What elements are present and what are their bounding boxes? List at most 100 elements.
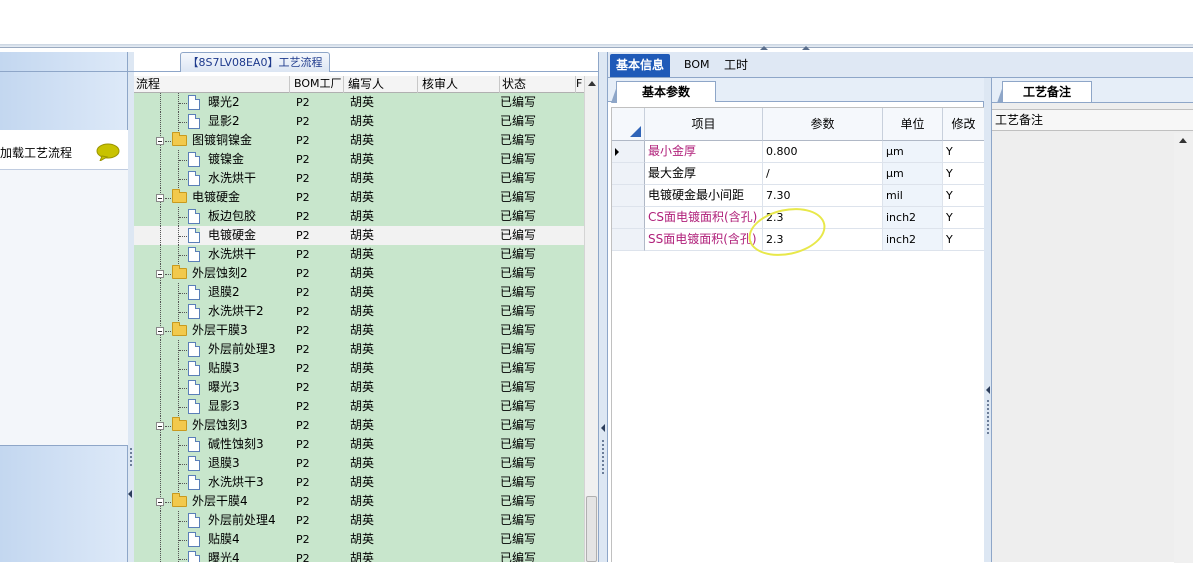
param-modify-cell[interactable]: Y [943,185,985,207]
tree-row[interactable]: 曝光2 P2 胡英 已编写 [134,93,584,112]
column-header-reviewer[interactable]: 核审人 [420,76,500,93]
tree-row-author: 胡英 [350,304,375,318]
tree-row[interactable]: 外层蚀刻3 P2 胡英 已编写 [134,416,584,435]
tree-row[interactable]: 板边包胶 P2 胡英 已编写 [134,207,584,226]
tab-basic-params[interactable]: 基本参数 [611,81,716,103]
top-splitter-bar[interactable] [0,44,1193,48]
right-splitter[interactable] [984,78,992,562]
row-indicator[interactable] [612,185,645,207]
param-value-cell[interactable]: / [763,163,883,185]
collapse-toggle-icon[interactable] [156,327,164,335]
tree-row[interactable]: 外层干膜3 P2 胡英 已编写 [134,321,584,340]
middle-splitter[interactable] [598,52,608,562]
collapse-middle-arrow-icon[interactable] [601,424,605,432]
tree-row[interactable]: 电镀硬金 P2 胡英 已编写 [134,188,584,207]
column-header-param[interactable]: 参数 [763,108,883,141]
param-unit-cell[interactable]: inch2 [883,207,943,229]
params-grid[interactable]: 项目 参数 单位 修改 最小金厚 0.800 μm Y 最大金厚 / μm Y 电镀硬金最小间距… [611,107,985,562]
column-header-extra[interactable]: F [576,76,584,93]
tree-row[interactable]: 显影2 P2 胡英 已编写 [134,112,584,131]
tree-row[interactable]: 碱性蚀刻3 P2 胡英 已编写 [134,435,584,454]
row-indicator[interactable] [612,229,645,251]
splitter-grip-icon[interactable] [760,46,810,50]
param-item-cell[interactable]: 电镀硬金最小间距 [645,185,763,207]
tab-bom[interactable]: BOM [678,54,716,77]
tab-work-hours[interactable]: 工时 [718,54,754,77]
param-value-cell[interactable]: 0.800 [763,141,883,163]
tab-process-notes[interactable]: 工艺备注 [997,81,1092,103]
param-unit-cell[interactable]: mil [883,185,943,207]
param-item-cell[interactable]: SS面电镀面积(含孔) [645,229,763,251]
row-indicator[interactable] [612,207,645,229]
row-indicator[interactable] [612,141,645,163]
collapse-toggle-icon[interactable] [156,270,164,278]
notes-column-header[interactable]: 工艺备注 [992,109,1193,131]
column-header-author[interactable]: 编写人 [346,76,418,93]
tree-row[interactable]: 曝光4 P2 胡英 已编写 [134,549,584,562]
params-row[interactable]: 最大金厚 / μm Y [612,163,985,185]
tree-row[interactable]: 显影3 P2 胡英 已编写 [134,397,584,416]
tree-row[interactable]: 水洗烘干2 P2 胡英 已编写 [134,302,584,321]
basic-params-panel: 基本参数 项目 参数 单位 修改 最小金厚 0.800 μm Y 最大金厚 / μm Y 电镀硬… [608,78,985,562]
param-modify-cell[interactable]: Y [943,207,985,229]
tree-vertical-scrollbar[interactable] [584,76,598,562]
tab-process-flow[interactable]: 【8S7LV08EA0】工艺流程 [180,52,330,72]
load-flow-button[interactable]: 加载工艺流程 [0,130,128,170]
tree-row[interactable]: 外层前处理3 P2 胡英 已编写 [134,340,584,359]
scroll-up-arrow-icon[interactable] [588,81,596,86]
collapse-toggle-icon[interactable] [156,194,164,202]
params-grid-corner[interactable] [612,108,645,141]
tree-row[interactable]: 水洗烘干 P2 胡英 已编写 [134,245,584,264]
column-header-modify[interactable]: 修改 [943,108,985,141]
tree-row-status: 已编写 [500,190,537,204]
collapse-toggle-icon[interactable] [156,498,164,506]
tree-row-status: 已编写 [500,95,537,109]
process-tree-grid[interactable]: 流程 BOM工厂 编写人 核审人 状态 曝光2 P2 胡英 已编写 显影2 P2 胡英 已编写… [134,76,598,562]
tree-row[interactable]: 曝光3 P2 胡英 已编写 [134,378,584,397]
folder-icon [172,493,187,507]
scroll-thumb[interactable] [586,496,597,562]
tree-row-name: 显影2 [208,114,240,128]
tree-guide-line [179,559,187,560]
tree-row[interactable]: 图镀铜镍金 P2 胡英 已编写 [134,131,584,150]
row-indicator[interactable] [612,163,645,185]
params-row[interactable]: 最小金厚 0.800 μm Y [612,141,985,163]
tree-row[interactable]: 退膜3 P2 胡英 已编写 [134,454,584,473]
param-item-cell[interactable]: 最小金厚 [645,141,763,163]
tree-row[interactable]: 贴膜3 P2 胡英 已编写 [134,359,584,378]
column-header-unit[interactable]: 单位 [883,108,943,141]
tab-basic-info[interactable]: 基本信息 [610,54,671,77]
param-item-cell[interactable]: CS面电镀面积(含孔) [645,207,763,229]
column-header-bom-factory[interactable]: BOM工厂 [292,76,344,93]
param-unit-cell[interactable]: μm [883,163,943,185]
param-unit-cell[interactable]: μm [883,141,943,163]
column-header-flow[interactable]: 流程 [134,76,290,93]
param-value-cell[interactable]: 7.30 [763,185,883,207]
tree-row[interactable]: 电镀硬金 P2 胡英 已编写 [134,226,584,245]
collapse-right-arrow-icon[interactable] [986,386,990,394]
param-item-cell[interactable]: 最大金厚 [645,163,763,185]
tree-row[interactable]: 水洗烘干3 P2 胡英 已编写 [134,473,584,492]
folder-icon [172,265,187,279]
tree-row[interactable]: 贴膜4 P2 胡英 已编写 [134,530,584,549]
column-header-status[interactable]: 状态 [500,76,576,93]
collapse-toggle-icon[interactable] [156,137,164,145]
notes-vertical-scrollbar[interactable] [1174,133,1193,563]
params-row[interactable]: 电镀硬金最小间距 7.30 mil Y [612,185,985,207]
tree-row[interactable]: 外层干膜4 P2 胡英 已编写 [134,492,584,511]
tree-row[interactable]: 外层前处理4 P2 胡英 已编写 [134,511,584,530]
tree-row-bom-factory: P2 [296,495,310,508]
param-modify-cell[interactable]: Y [943,141,985,163]
scroll-up-arrow-icon[interactable] [1179,138,1187,143]
column-header-item[interactable]: 项目 [645,108,763,141]
param-unit-cell[interactable]: inch2 [883,229,943,251]
param-modify-cell[interactable]: Y [943,163,985,185]
collapse-left-arrow-icon[interactable] [128,490,132,498]
tree-row[interactable]: 水洗烘干 P2 胡英 已编写 [134,169,584,188]
tree-guide-line [160,112,161,131]
tree-row[interactable]: 外层蚀刻2 P2 胡英 已编写 [134,264,584,283]
tree-row[interactable]: 退膜2 P2 胡英 已编写 [134,283,584,302]
param-modify-cell[interactable]: Y [943,229,985,251]
tree-row[interactable]: 镀镍金 P2 胡英 已编写 [134,150,584,169]
collapse-toggle-icon[interactable] [156,422,164,430]
